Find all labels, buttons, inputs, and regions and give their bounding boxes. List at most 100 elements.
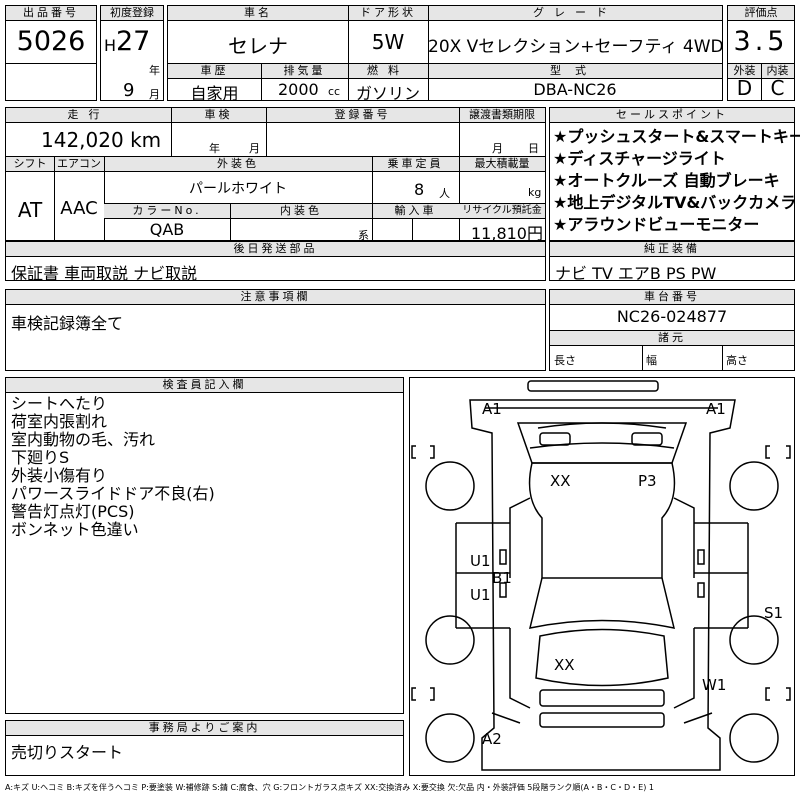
- shift-value: AT: [17, 198, 43, 222]
- score-header: 評価点: [728, 6, 794, 21]
- recycle-header: リサイクル預託金: [459, 204, 545, 219]
- displacement-header: 排気量: [261, 64, 348, 79]
- capacity-value: 8: [414, 180, 425, 199]
- sales-point-item: ★プッシュスタート&スマートキー: [553, 127, 800, 146]
- mark-s1: S1: [764, 604, 784, 622]
- equipment-box: 純正装備 ナビ TV エアB PS PW: [549, 241, 795, 283]
- aircon-header: エアコン: [54, 157, 104, 172]
- inspector-box: 検査員記入欄 シートへたり 荷室内張割れ 室内動物の毛、汚れ 下廻りS 外装小傷…: [5, 377, 404, 714]
- inspector-line: 荷室内張割れ: [11, 412, 108, 431]
- later-parts-value: 保証書 車両取説 ナビ取説: [11, 264, 198, 283]
- mark-a1-right: A1: [706, 400, 726, 418]
- model-code-value: DBA-NC26: [533, 80, 617, 99]
- spec-length: 長さ: [554, 354, 576, 367]
- legend-text: A:キズ U:ヘコミ B:キズを伴うヘコミ P:要塗装 W:補修跡 S:錆 C:…: [5, 783, 654, 792]
- displacement-unit: cc: [328, 85, 341, 98]
- spec-height: 高さ: [726, 354, 748, 367]
- max-load-unit: kg: [528, 186, 542, 199]
- color-no-header: カラーNo.: [104, 204, 230, 219]
- fuel-header: 燃料: [348, 64, 428, 79]
- office-box: 事務局よりご案内 売切りスタート: [5, 720, 404, 776]
- mark-xx-roof: XX: [550, 472, 571, 490]
- capacity-header: 乗車定員: [372, 157, 459, 172]
- ext-grade: D: [736, 76, 753, 100]
- sales-points-list: ★プッシュスタート&スマートキー ★ディスチャージライト ★オートクルーズ 自動…: [553, 126, 800, 236]
- history-header: 車歴: [168, 64, 261, 79]
- capacity-unit: 人: [439, 187, 450, 200]
- inspector-line: ボンネット色違い: [11, 520, 139, 539]
- chassis-box: 車台番号 NC26-024877 諸元 長さ 幅 高さ: [549, 289, 795, 371]
- inspection-year-unit: 年: [209, 142, 220, 155]
- reg-month: 9: [123, 80, 135, 101]
- sales-point-item: ★ディスチャージライト: [553, 149, 726, 168]
- car-diagram-box: A1 A1 XX P3 U1 B1 U1 S1 XX W1 A2: [409, 377, 795, 776]
- int-color-header: 内装色: [230, 204, 372, 219]
- mark-u1-lower: U1: [470, 586, 491, 604]
- aircon-value: AAC: [60, 198, 98, 219]
- reg-year-unit: 年: [149, 64, 160, 77]
- inspector-notes: シートへたり 荷室内張割れ 室内動物の毛、汚れ 下廻りS 外装小傷有り パワース…: [11, 395, 215, 539]
- mark-xx-rear: XX: [554, 656, 575, 674]
- registration-header: 初度登録: [101, 6, 163, 21]
- mileage-header: 走行: [6, 108, 171, 123]
- score-box: 評価点 3.5 外装 内装 D C: [727, 5, 795, 101]
- spec-width: 幅: [646, 354, 657, 367]
- doc-deadline-header: 譲渡書類期限: [459, 108, 545, 123]
- mileage-value: 142,020 km: [41, 128, 162, 152]
- reg-era: H: [104, 36, 117, 55]
- inspector-line: シートへたり: [11, 394, 108, 413]
- mark-b1: B1: [492, 569, 512, 587]
- mark-u1-upper: U1: [470, 552, 491, 570]
- import-header: 輸入車: [372, 204, 459, 219]
- fuel-value: ガソリン: [355, 84, 420, 103]
- max-load-header: 最大積載量: [459, 157, 545, 172]
- inspector-line: 下廻りS: [11, 448, 70, 467]
- later-parts-header: 後日発送部品: [6, 242, 545, 257]
- history-value: 自家用: [190, 84, 239, 103]
- reg-month-unit: 月: [149, 88, 160, 101]
- inspection-month-unit: 月: [249, 142, 260, 155]
- door-type: 5W: [371, 30, 405, 54]
- doc-month-unit: 月: [492, 142, 503, 155]
- inspector-header: 検査員記入欄: [6, 378, 403, 393]
- mark-p3: P3: [638, 472, 657, 490]
- ext-color-value: パールホワイト: [189, 181, 287, 197]
- registration-box: 初度登録 H 27 年 9 月: [100, 5, 164, 101]
- inspector-line: 警告灯点灯(PCS): [11, 502, 135, 521]
- chassis-value: NC26-024877: [616, 307, 728, 326]
- mark-a1-left: A1: [482, 400, 502, 418]
- displacement-value: 2000: [278, 80, 319, 99]
- mark-a2: A2: [482, 730, 502, 748]
- door-header: ドア形状: [348, 6, 428, 21]
- equipment-header: 純正装備: [550, 242, 794, 257]
- equipment-value: ナビ TV エアB PS PW: [555, 264, 717, 283]
- top-grid: 車名 ドア形状 グレード セレナ 5W 20X Vセレクション+セーフティ 4W…: [167, 5, 723, 103]
- notes-box: 注意事項欄 車検記録簿全て: [5, 289, 546, 371]
- sales-point-item: ★オートクルーズ 自動ブレーキ: [553, 171, 780, 190]
- car-name: セレナ: [228, 34, 288, 58]
- sales-points-box: セールスポイント ★プッシュスタート&スマートキー ★ディスチャージライト ★オ…: [549, 107, 800, 241]
- int-grade: C: [770, 76, 785, 100]
- car-name-header: 車名: [168, 6, 348, 21]
- chassis-header: 車台番号: [550, 290, 794, 305]
- sales-point-item: ★アラウンドビューモニター: [553, 215, 760, 234]
- later-parts-box: 後日発送部品 保証書 車両取説 ナビ取説: [5, 241, 546, 283]
- sales-point-item: ★地上デジタルTV&バックカメラ: [553, 193, 797, 212]
- lot-header: 出品番号: [6, 6, 96, 21]
- model-code-header: 型式: [428, 64, 722, 79]
- mark-w1: W1: [702, 676, 727, 694]
- score-value: 3.5: [733, 26, 789, 57]
- office-header: 事務局よりご案内: [6, 721, 403, 736]
- mid-grid: 走行 車検 登録番号 譲渡書類期限 142,020 km 年 月 月 日 シフト…: [5, 107, 546, 243]
- lot-number: 5026: [16, 26, 86, 57]
- color-no-value: QAB: [149, 220, 185, 239]
- grade-header: グレード: [428, 6, 722, 21]
- inspector-line: 室内動物の毛、汚れ: [11, 430, 156, 449]
- ext-color-header: 外装色: [104, 157, 372, 172]
- doc-day-unit: 日: [528, 142, 539, 155]
- grade-value: 20X Vセレクション+セーフティ 4WD: [428, 37, 722, 57]
- notes-value: 車検記録簿全て: [11, 314, 124, 333]
- inspector-line: パワースライドドア不良(右): [11, 484, 215, 503]
- inspection-header: 車検: [171, 108, 266, 123]
- notes-header: 注意事項欄: [6, 290, 545, 305]
